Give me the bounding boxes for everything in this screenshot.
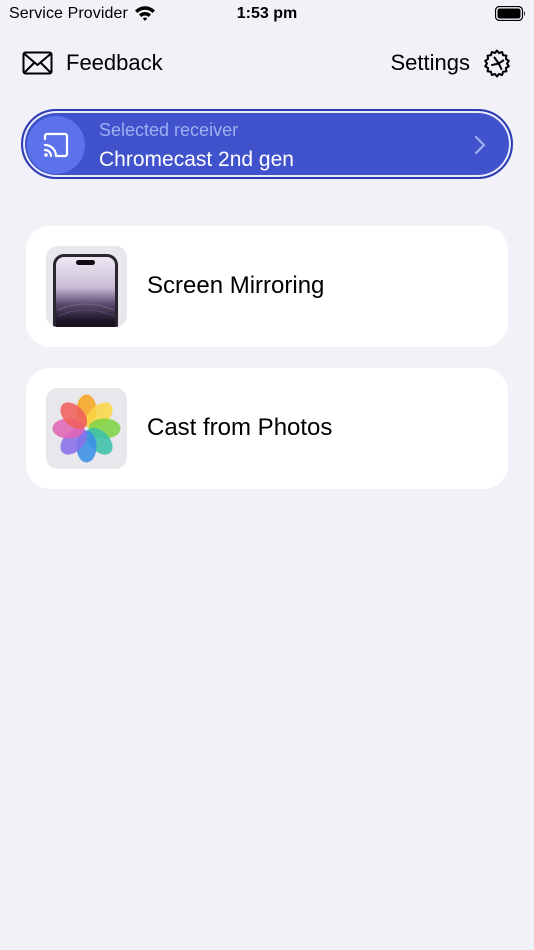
receiver-caption: Selected receiver <box>99 120 239 140</box>
envelope-icon <box>22 51 53 75</box>
screen-mirroring-card[interactable]: Screen Mirroring <box>26 226 508 347</box>
settings-label: Settings <box>390 50 471 75</box>
cast-icon <box>43 132 69 158</box>
status-bar: Service Provider 1:53 pm <box>0 0 534 28</box>
phone-icon <box>46 246 127 327</box>
cast-from-photos-label: Cast from Photos <box>147 414 333 441</box>
gear-icon <box>484 49 510 78</box>
cast-from-photos-card[interactable]: Cast from Photos <box>26 368 508 489</box>
selected-receiver-button[interactable]: Selected receiver Chromecast 2nd gen <box>21 109 513 179</box>
battery-icon <box>495 6 525 21</box>
status-time: 1:53 pm <box>236 5 298 22</box>
cast-icon-badge <box>27 116 85 174</box>
screen-mirroring-label: Screen Mirroring <box>147 272 325 299</box>
photos-icon <box>46 388 127 469</box>
nav-bar: Feedback Settings <box>0 40 534 86</box>
settings-button[interactable]: Settings <box>391 46 513 80</box>
feedback-label: Feedback <box>66 50 163 75</box>
chevron-right-icon <box>474 135 486 155</box>
receiver-name: Chromecast 2nd gen <box>99 148 294 171</box>
feedback-button[interactable]: Feedback <box>22 46 163 80</box>
